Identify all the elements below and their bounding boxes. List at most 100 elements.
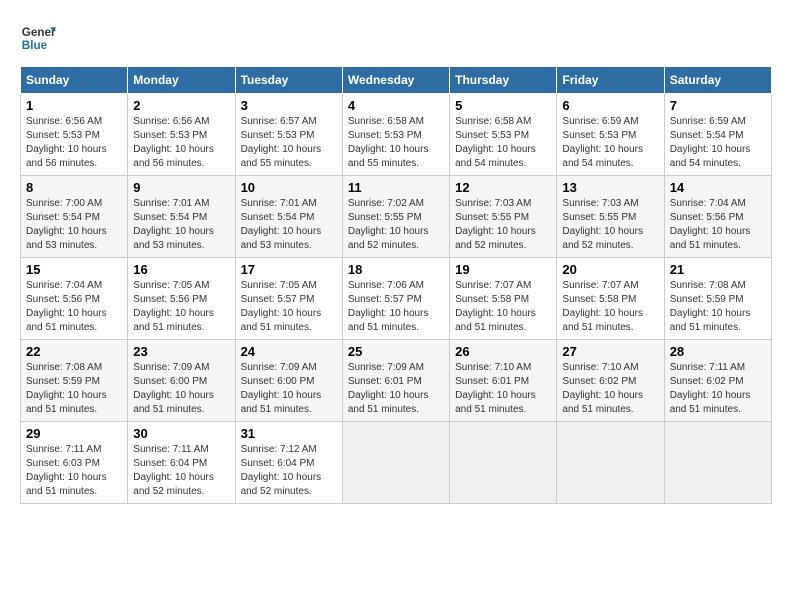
day-number: 9 xyxy=(133,180,229,195)
day-number: 7 xyxy=(670,98,766,113)
calendar-cell: 5 Sunrise: 6:58 AM Sunset: 5:53 PM Dayli… xyxy=(450,94,557,176)
weekday-header-tuesday: Tuesday xyxy=(235,67,342,94)
calendar-cell: 21 Sunrise: 7:08 AM Sunset: 5:59 PM Dayl… xyxy=(664,258,771,340)
calendar-cell: 1 Sunrise: 6:56 AM Sunset: 5:53 PM Dayli… xyxy=(21,94,128,176)
svg-text:General: General xyxy=(22,26,56,39)
weekday-header-saturday: Saturday xyxy=(664,67,771,94)
weekday-header-sunday: Sunday xyxy=(21,67,128,94)
day-number: 8 xyxy=(26,180,122,195)
day-detail: Sunrise: 7:10 AM Sunset: 6:02 PM Dayligh… xyxy=(562,361,658,417)
day-number: 28 xyxy=(670,344,766,359)
day-detail: Sunrise: 7:04 AM Sunset: 5:56 PM Dayligh… xyxy=(670,197,766,253)
day-number: 29 xyxy=(26,426,122,441)
calendar-cell: 11 Sunrise: 7:02 AM Sunset: 5:55 PM Dayl… xyxy=(342,176,449,258)
week-row-4: 22 Sunrise: 7:08 AM Sunset: 5:59 PM Dayl… xyxy=(21,340,772,422)
day-number: 11 xyxy=(348,180,444,195)
day-number: 1 xyxy=(26,98,122,113)
day-detail: Sunrise: 7:08 AM Sunset: 5:59 PM Dayligh… xyxy=(670,279,766,335)
calendar-cell: 17 Sunrise: 7:05 AM Sunset: 5:57 PM Dayl… xyxy=(235,258,342,340)
calendar-cell: 28 Sunrise: 7:11 AM Sunset: 6:02 PM Dayl… xyxy=(664,340,771,422)
day-detail: Sunrise: 7:01 AM Sunset: 5:54 PM Dayligh… xyxy=(133,197,229,253)
day-detail: Sunrise: 7:01 AM Sunset: 5:54 PM Dayligh… xyxy=(241,197,337,253)
calendar-cell xyxy=(342,422,449,504)
day-detail: Sunrise: 6:56 AM Sunset: 5:53 PM Dayligh… xyxy=(26,115,122,171)
day-detail: Sunrise: 7:11 AM Sunset: 6:02 PM Dayligh… xyxy=(670,361,766,417)
calendar-cell: 12 Sunrise: 7:03 AM Sunset: 5:55 PM Dayl… xyxy=(450,176,557,258)
day-number: 26 xyxy=(455,344,551,359)
day-number: 25 xyxy=(348,344,444,359)
weekday-header-thursday: Thursday xyxy=(450,67,557,94)
calendar-cell xyxy=(557,422,664,504)
calendar-cell: 19 Sunrise: 7:07 AM Sunset: 5:58 PM Dayl… xyxy=(450,258,557,340)
day-detail: Sunrise: 7:05 AM Sunset: 5:56 PM Dayligh… xyxy=(133,279,229,335)
svg-text:Blue: Blue xyxy=(22,39,48,52)
calendar-cell: 29 Sunrise: 7:11 AM Sunset: 6:03 PM Dayl… xyxy=(21,422,128,504)
day-number: 10 xyxy=(241,180,337,195)
weekday-header-friday: Friday xyxy=(557,67,664,94)
day-detail: Sunrise: 6:56 AM Sunset: 5:53 PM Dayligh… xyxy=(133,115,229,171)
calendar-cell: 16 Sunrise: 7:05 AM Sunset: 5:56 PM Dayl… xyxy=(128,258,235,340)
calendar-cell: 9 Sunrise: 7:01 AM Sunset: 5:54 PM Dayli… xyxy=(128,176,235,258)
day-number: 27 xyxy=(562,344,658,359)
day-number: 21 xyxy=(670,262,766,277)
day-detail: Sunrise: 7:07 AM Sunset: 5:58 PM Dayligh… xyxy=(455,279,551,335)
day-detail: Sunrise: 7:09 AM Sunset: 6:00 PM Dayligh… xyxy=(241,361,337,417)
calendar-cell: 14 Sunrise: 7:04 AM Sunset: 5:56 PM Dayl… xyxy=(664,176,771,258)
week-row-3: 15 Sunrise: 7:04 AM Sunset: 5:56 PM Dayl… xyxy=(21,258,772,340)
day-detail: Sunrise: 6:59 AM Sunset: 5:54 PM Dayligh… xyxy=(670,115,766,171)
day-detail: Sunrise: 7:11 AM Sunset: 6:04 PM Dayligh… xyxy=(133,443,229,499)
calendar-cell: 22 Sunrise: 7:08 AM Sunset: 5:59 PM Dayl… xyxy=(21,340,128,422)
calendar-cell: 8 Sunrise: 7:00 AM Sunset: 5:54 PM Dayli… xyxy=(21,176,128,258)
calendar-cell xyxy=(664,422,771,504)
day-detail: Sunrise: 6:59 AM Sunset: 5:53 PM Dayligh… xyxy=(562,115,658,171)
calendar-cell xyxy=(450,422,557,504)
calendar-cell: 26 Sunrise: 7:10 AM Sunset: 6:01 PM Dayl… xyxy=(450,340,557,422)
day-number: 12 xyxy=(455,180,551,195)
day-number: 6 xyxy=(562,98,658,113)
day-detail: Sunrise: 7:08 AM Sunset: 5:59 PM Dayligh… xyxy=(26,361,122,417)
day-number: 31 xyxy=(241,426,337,441)
calendar-cell: 6 Sunrise: 6:59 AM Sunset: 5:53 PM Dayli… xyxy=(557,94,664,176)
day-number: 24 xyxy=(241,344,337,359)
calendar-cell: 23 Sunrise: 7:09 AM Sunset: 6:00 PM Dayl… xyxy=(128,340,235,422)
day-number: 5 xyxy=(455,98,551,113)
day-detail: Sunrise: 7:11 AM Sunset: 6:03 PM Dayligh… xyxy=(26,443,122,499)
calendar-table: SundayMondayTuesdayWednesdayThursdayFrid… xyxy=(20,66,772,504)
week-row-2: 8 Sunrise: 7:00 AM Sunset: 5:54 PM Dayli… xyxy=(21,176,772,258)
day-detail: Sunrise: 7:10 AM Sunset: 6:01 PM Dayligh… xyxy=(455,361,551,417)
day-detail: Sunrise: 7:03 AM Sunset: 5:55 PM Dayligh… xyxy=(562,197,658,253)
day-detail: Sunrise: 7:06 AM Sunset: 5:57 PM Dayligh… xyxy=(348,279,444,335)
calendar-cell: 30 Sunrise: 7:11 AM Sunset: 6:04 PM Dayl… xyxy=(128,422,235,504)
day-detail: Sunrise: 6:57 AM Sunset: 5:53 PM Dayligh… xyxy=(241,115,337,171)
day-number: 22 xyxy=(26,344,122,359)
day-number: 2 xyxy=(133,98,229,113)
header: General Blue xyxy=(20,20,772,56)
calendar-cell: 18 Sunrise: 7:06 AM Sunset: 5:57 PM Dayl… xyxy=(342,258,449,340)
day-detail: Sunrise: 7:09 AM Sunset: 6:01 PM Dayligh… xyxy=(348,361,444,417)
calendar-cell: 24 Sunrise: 7:09 AM Sunset: 6:00 PM Dayl… xyxy=(235,340,342,422)
day-detail: Sunrise: 7:02 AM Sunset: 5:55 PM Dayligh… xyxy=(348,197,444,253)
day-detail: Sunrise: 7:05 AM Sunset: 5:57 PM Dayligh… xyxy=(241,279,337,335)
day-number: 20 xyxy=(562,262,658,277)
day-detail: Sunrise: 7:04 AM Sunset: 5:56 PM Dayligh… xyxy=(26,279,122,335)
calendar-cell: 31 Sunrise: 7:12 AM Sunset: 6:04 PM Dayl… xyxy=(235,422,342,504)
day-detail: Sunrise: 6:58 AM Sunset: 5:53 PM Dayligh… xyxy=(455,115,551,171)
calendar-cell: 7 Sunrise: 6:59 AM Sunset: 5:54 PM Dayli… xyxy=(664,94,771,176)
day-number: 4 xyxy=(348,98,444,113)
weekday-header-monday: Monday xyxy=(128,67,235,94)
calendar-cell: 4 Sunrise: 6:58 AM Sunset: 5:53 PM Dayli… xyxy=(342,94,449,176)
day-number: 17 xyxy=(241,262,337,277)
calendar-cell: 13 Sunrise: 7:03 AM Sunset: 5:55 PM Dayl… xyxy=(557,176,664,258)
day-number: 16 xyxy=(133,262,229,277)
day-number: 14 xyxy=(670,180,766,195)
calendar-cell: 25 Sunrise: 7:09 AM Sunset: 6:01 PM Dayl… xyxy=(342,340,449,422)
day-detail: Sunrise: 6:58 AM Sunset: 5:53 PM Dayligh… xyxy=(348,115,444,171)
day-detail: Sunrise: 7:12 AM Sunset: 6:04 PM Dayligh… xyxy=(241,443,337,499)
day-number: 18 xyxy=(348,262,444,277)
day-number: 23 xyxy=(133,344,229,359)
day-detail: Sunrise: 7:00 AM Sunset: 5:54 PM Dayligh… xyxy=(26,197,122,253)
day-detail: Sunrise: 7:09 AM Sunset: 6:00 PM Dayligh… xyxy=(133,361,229,417)
calendar-cell: 10 Sunrise: 7:01 AM Sunset: 5:54 PM Dayl… xyxy=(235,176,342,258)
calendar-cell: 2 Sunrise: 6:56 AM Sunset: 5:53 PM Dayli… xyxy=(128,94,235,176)
day-number: 3 xyxy=(241,98,337,113)
